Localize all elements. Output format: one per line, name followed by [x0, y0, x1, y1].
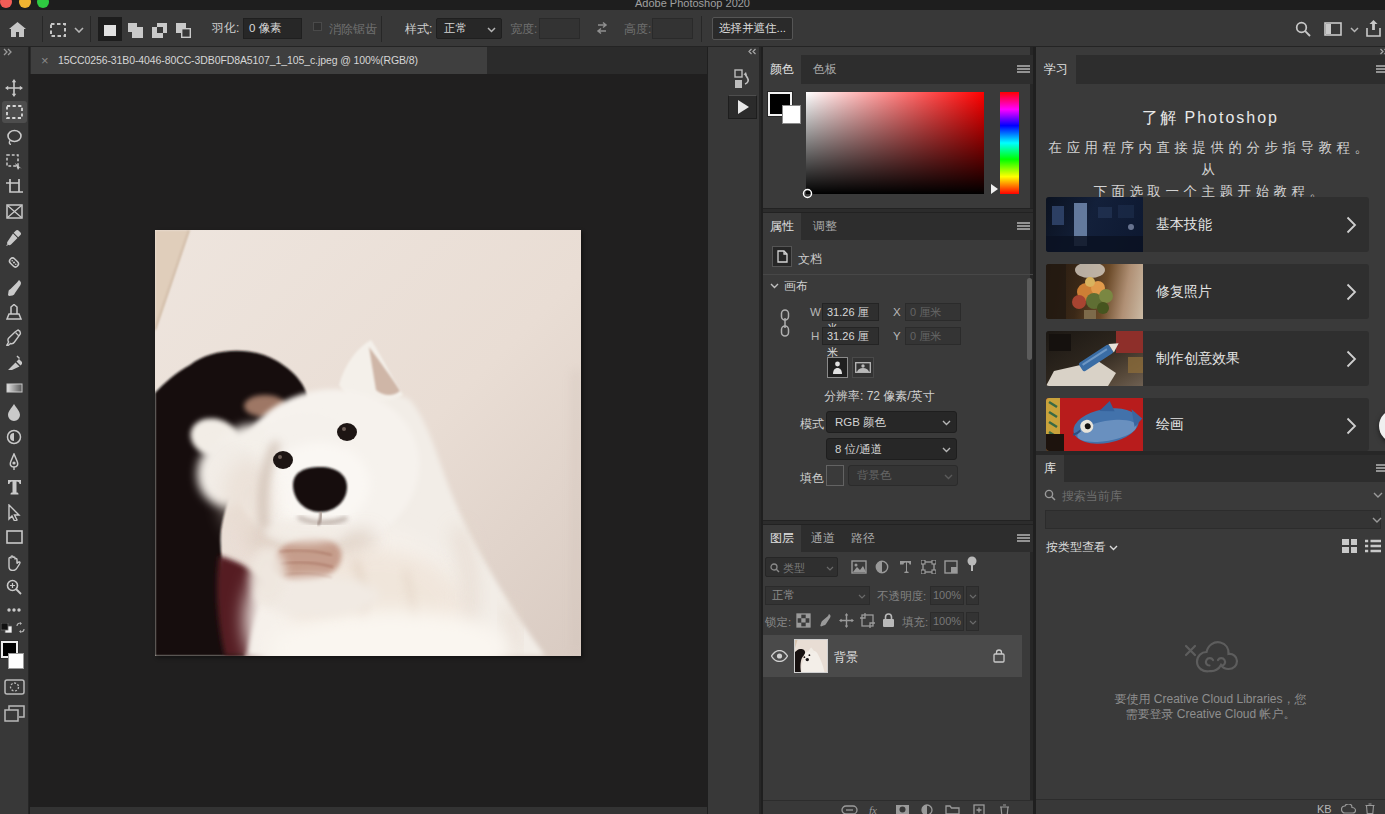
svg-text:fx: fx [869, 805, 877, 814]
